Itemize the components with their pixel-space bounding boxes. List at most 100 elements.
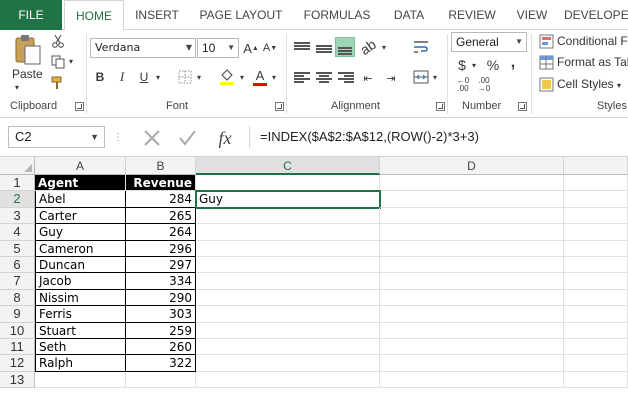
italic-button[interactable]: I [114, 68, 130, 86]
header-cell-agent[interactable]: Agent [35, 175, 126, 192]
agent-cell[interactable]: Duncan [35, 257, 126, 274]
revenue-cell[interactable]: 297 [126, 257, 196, 274]
agent-cell[interactable]: Ralph [35, 355, 126, 372]
row-header[interactable]: 5 [0, 240, 35, 257]
middle-align-icon[interactable] [316, 42, 332, 54]
row-header[interactable]: 13 [0, 371, 35, 389]
merge-dropdown-icon[interactable]: ▾ [431, 71, 439, 83]
revenue-cell[interactable]: 284 [126, 191, 196, 208]
cell[interactable] [564, 273, 628, 290]
bottom-align-button[interactable] [335, 37, 355, 57]
cell[interactable] [380, 371, 564, 389]
revenue-cell[interactable]: 303 [126, 306, 196, 323]
name-box[interactable]: C2 ▼ [8, 126, 105, 148]
fill-color-icon[interactable] [218, 68, 236, 86]
format-painter-icon[interactable] [50, 75, 66, 91]
cell[interactable] [196, 339, 380, 356]
column-header-c[interactable]: C [196, 157, 380, 175]
revenue-cell[interactable]: 260 [126, 339, 196, 356]
tab-page-layout[interactable]: PAGE LAYOUT [194, 0, 288, 30]
bold-button[interactable]: B [92, 68, 108, 86]
cell[interactable] [380, 289, 564, 307]
agent-cell[interactable]: Jacob [35, 273, 126, 290]
tab-data[interactable]: DATA [384, 0, 434, 30]
currency-dropdown-icon[interactable]: ▾ [470, 58, 478, 72]
column-header-d[interactable]: D [380, 157, 564, 175]
tab-developer[interactable]: DEVELOPE [564, 0, 628, 30]
agent-cell[interactable]: Seth [35, 339, 126, 356]
cell[interactable] [380, 339, 564, 356]
decrease-indent-icon[interactable]: ⇤ [359, 70, 377, 86]
paste-button-label[interactable]: Paste [12, 67, 43, 81]
font-color-icon[interactable]: A [252, 67, 268, 87]
cell[interactable] [196, 289, 380, 307]
agent-cell[interactable]: Carter [35, 207, 126, 225]
cell[interactable] [196, 322, 380, 339]
cell[interactable] [380, 306, 564, 323]
cell[interactable] [196, 175, 380, 192]
agent-cell[interactable]: Nissim [35, 289, 126, 307]
row-header[interactable]: 1 [0, 175, 35, 192]
agent-cell[interactable]: Guy [35, 224, 126, 241]
row-header[interactable]: 2 [0, 191, 35, 208]
conditional-formatting-icon[interactable] [538, 33, 554, 49]
font-launcher-icon[interactable] [275, 102, 284, 111]
cell[interactable] [564, 240, 628, 257]
cell[interactable] [564, 322, 628, 339]
underline-button[interactable]: U [136, 68, 152, 86]
revenue-cell[interactable]: 334 [126, 273, 196, 290]
select-all-corner[interactable] [0, 157, 35, 175]
row-header[interactable]: 6 [0, 257, 35, 274]
cell[interactable] [196, 273, 380, 290]
cell[interactable] [196, 224, 380, 241]
orientation-icon[interactable]: ab [355, 34, 380, 59]
cell[interactable] [380, 257, 564, 274]
tab-review[interactable]: REVIEW [442, 0, 502, 30]
column-header-e[interactable] [564, 157, 628, 175]
cell[interactable] [196, 207, 380, 225]
merge-center-icon[interactable] [412, 68, 430, 86]
copy-dropdown-icon[interactable]: ▾ [67, 56, 75, 66]
cell[interactable] [380, 175, 564, 192]
decrease-decimal-icon[interactable]: .00 →0 [474, 77, 494, 93]
alignment-launcher-icon[interactable] [436, 102, 445, 111]
column-header-a[interactable]: A [35, 157, 126, 175]
tab-view[interactable]: VIEW [510, 0, 554, 30]
revenue-cell[interactable]: 322 [126, 355, 196, 372]
borders-icon[interactable] [177, 69, 193, 85]
top-align-icon[interactable] [294, 42, 310, 54]
format-as-table-icon[interactable] [538, 54, 554, 70]
cell[interactable] [380, 240, 564, 257]
cell[interactable] [564, 306, 628, 323]
revenue-cell[interactable]: 259 [126, 322, 196, 339]
conditional-formatting-button[interactable]: Conditional F [557, 34, 628, 48]
revenue-cell[interactable]: 290 [126, 289, 196, 307]
cell-styles-button[interactable]: Cell Styles ▾ [557, 77, 621, 91]
revenue-cell[interactable]: 264 [126, 224, 196, 241]
cell[interactable] [564, 191, 628, 208]
cell[interactable] [196, 371, 380, 389]
cell[interactable] [380, 224, 564, 241]
row-header[interactable]: 11 [0, 339, 35, 356]
cell[interactable] [196, 355, 380, 372]
row-header[interactable]: 9 [0, 306, 35, 323]
increase-font-size-icon[interactable]: A ▲ [243, 39, 259, 57]
agent-cell[interactable]: Stuart [35, 322, 126, 339]
cell[interactable] [380, 191, 564, 208]
cell[interactable] [380, 355, 564, 372]
font-color-dropdown-icon[interactable]: ▾ [270, 70, 278, 84]
cell[interactable] [126, 371, 196, 389]
currency-button[interactable]: $ [455, 56, 469, 74]
formula-input[interactable]: =INDEX($A$2:$A$12,(ROW()-2)*3+3) [249, 126, 628, 148]
cell[interactable] [564, 289, 628, 307]
percent-button[interactable]: % [485, 56, 501, 74]
font-name-select[interactable]: Verdana ▼ [90, 38, 196, 58]
row-header[interactable]: 10 [0, 322, 35, 339]
fill-color-dropdown-icon[interactable]: ▾ [238, 70, 246, 84]
cell[interactable] [564, 371, 628, 389]
paste-icon[interactable] [12, 34, 44, 66]
row-header[interactable]: 3 [0, 207, 35, 225]
row-header[interactable]: 12 [0, 355, 35, 372]
cell[interactable] [564, 355, 628, 372]
cut-icon[interactable] [50, 33, 66, 49]
